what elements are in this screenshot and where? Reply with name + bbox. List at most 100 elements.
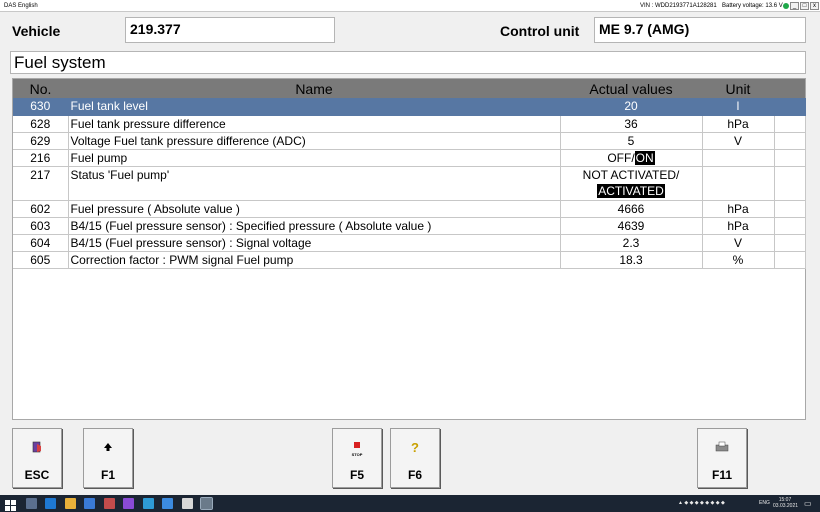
row-extra [774,234,806,252]
row-extra [774,166,806,201]
title-bar: DAS English VIN : WDD2193771A128281 Batt… [0,0,820,12]
row-value: 18.3 [560,251,703,269]
row-name: Fuel pressure ( Absolute value ) [68,200,561,218]
app-icon-7[interactable] [143,498,154,509]
row-number: 630 [13,98,69,116]
status-option-off: OFF/ [607,150,635,165]
app-icon-8[interactable] [162,498,173,509]
row-name: Correction factor : PWM signal Fuel pump [68,251,561,269]
control-unit-label: Control unit [500,23,580,39]
table-row[interactable]: 605 Correction factor : PWM signal Fuel … [13,251,806,269]
battery-voltage: Battery voltage: 13.6 V [722,3,783,9]
table-row[interactable]: 604 B4/15 (Fuel pressure sensor) : Signa… [13,234,806,252]
row-name: Status 'Fuel pump' [68,166,561,201]
app-icon-9[interactable] [182,498,193,509]
section-title: Fuel system [10,51,806,74]
row-extra [774,115,806,133]
table-header: No. Name Actual values Unit [13,79,805,98]
row-unit [702,166,775,201]
file-explorer-icon[interactable] [65,498,76,509]
row-name: Fuel pump [68,149,561,167]
table-row[interactable]: 629 Voltage Fuel tank pressure differenc… [13,132,806,150]
minimize-button[interactable]: _ [790,2,799,10]
table-row[interactable]: 216 Fuel pump OFF/ON [13,149,806,167]
vin-display: VIN : WDD2193771A128281 [640,3,717,9]
table-row[interactable]: 628 Fuel tank pressure difference 36 hPa [13,115,806,133]
f11-button-label: F11 [711,468,732,482]
help-question-icon: ? [411,439,419,455]
window-title: DAS English [4,3,38,9]
printer-icon [698,439,746,455]
column-header-no: No. [13,79,68,98]
f1-button-label: F1 [100,468,115,482]
row-extra [774,149,806,167]
row-value: 4639 [560,217,703,235]
f5-button[interactable]: STOP F5 [332,428,382,488]
stop-sign-text: STOP [351,452,363,457]
row-value: NOT ACTIVATED/ACTIVATED [560,166,703,201]
table-row[interactable]: 217 Status 'Fuel pump' NOT ACTIVATED/ACT… [13,166,806,201]
values-table: No. Name Actual values Unit 630 Fuel tan… [12,78,806,420]
column-header-unit: Unit [702,79,774,98]
row-value: 5 [560,132,703,150]
row-number: 603 [13,217,69,235]
row-unit: hPa [702,217,775,235]
row-extra [774,217,806,235]
notification-icon[interactable]: ▭ [804,495,812,512]
row-unit: hPa [702,200,775,218]
esc-button[interactable]: ESC [12,428,62,488]
windows-start-icon[interactable] [5,498,16,511]
f5-button-label: F5 [349,468,364,482]
app-icon-5[interactable] [104,498,115,509]
table-row-selected[interactable]: 630 Fuel tank level 20 l [13,98,806,116]
f11-button[interactable]: F11 [697,428,747,488]
row-unit: hPa [702,115,775,133]
table-row[interactable]: 602 Fuel pressure ( Absolute value ) 466… [13,200,806,218]
row-name: Fuel tank pressure difference [68,115,561,133]
row-extra [774,200,806,218]
row-unit: V [702,234,775,252]
row-unit: % [702,251,775,269]
row-unit [702,149,775,167]
row-number: 602 [13,200,69,218]
row-number: 605 [13,251,69,269]
row-name: Voltage Fuel tank pressure difference (A… [68,132,561,150]
arrow-up-icon [84,439,132,455]
edge-browser-icon[interactable] [45,498,56,509]
control-unit-field: ME 9.7 (AMG) [594,17,806,43]
tray-icons[interactable]: ▲ ◆ ◆ ◆ ◆ ◆ ◆ ◆ ◆ [678,495,725,512]
row-name: Fuel tank level [68,98,561,116]
row-number: 216 [13,149,69,167]
close-button[interactable]: x [810,2,819,10]
esc-button-label: ESC [24,468,50,482]
row-name: B4/15 (Fuel pressure sensor) : Specified… [68,217,561,235]
clock-date: 03.03.2021 [773,503,799,509]
windows-taskbar: ▲ ◆ ◆ ◆ ◆ ◆ ◆ ◆ ◆ ENG 15:07 03.03.2021 ▭ [0,495,820,512]
column-header-name: Name [68,79,560,98]
visual-studio-icon[interactable] [123,498,134,509]
restore-button[interactable]: □ [800,2,809,10]
f6-button[interactable]: ? F6 [390,428,440,488]
row-extra [774,98,806,116]
main-panel: Vehicle 219.377 Control unit ME 9.7 (AMG… [0,12,820,495]
das-app-icon[interactable] [200,497,213,510]
app-icon-1[interactable] [26,498,37,509]
row-value: 36 [560,115,703,133]
row-number: 629 [13,132,69,150]
battery-status-icon [783,3,789,9]
vehicle-field: 219.377 [125,17,335,43]
row-extra [774,132,806,150]
status-option-activated-active: ACTIVATED [597,183,665,198]
row-number: 604 [13,234,69,252]
column-header-actual-values: Actual values [560,79,702,98]
f6-button-label: F6 [407,468,422,482]
row-number: 628 [13,115,69,133]
row-value: OFF/ON [560,149,703,167]
row-value: 4666 [560,200,703,218]
f1-button[interactable]: F1 [83,428,133,488]
row-number: 217 [13,166,69,201]
clock[interactable]: 15:07 03.03.2021 [773,497,799,509]
language-indicator[interactable]: ENG [759,495,770,512]
app-icon-4[interactable] [84,498,95,509]
table-row[interactable]: 603 B4/15 (Fuel pressure sensor) : Speci… [13,217,806,235]
